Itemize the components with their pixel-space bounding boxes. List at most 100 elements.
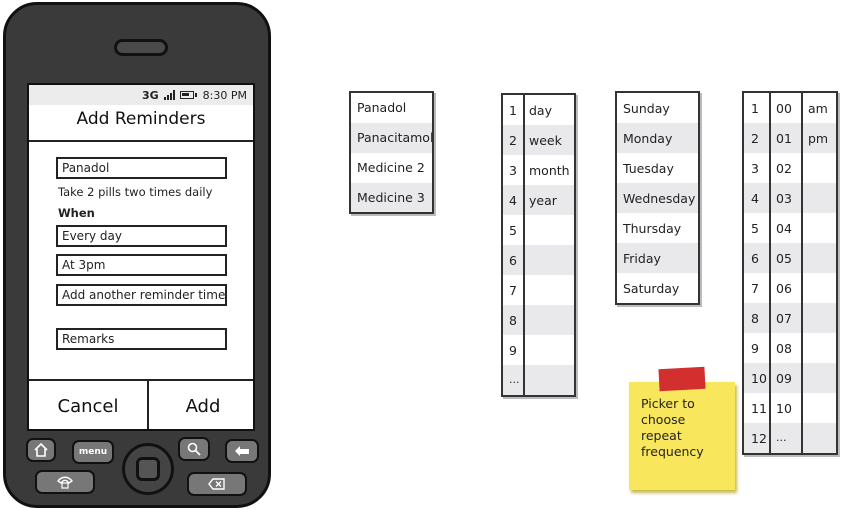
list-item[interactable]: Panadol bbox=[351, 93, 432, 123]
column-divider bbox=[769, 93, 771, 453]
picker-row[interactable]: 3 02 bbox=[744, 153, 836, 183]
trackball-center bbox=[136, 457, 160, 481]
list-item[interactable]: Medicine 3 bbox=[351, 183, 432, 212]
reminder-time-field[interactable]: At 3pm bbox=[56, 254, 227, 276]
day-picker[interactable]: Sunday Monday Tuesday Wednesday Thursday… bbox=[615, 91, 700, 305]
list-item-label: Medicine 3 bbox=[357, 190, 425, 205]
hour-label: 8 bbox=[751, 311, 759, 326]
list-item-label: Tuesday bbox=[623, 161, 674, 176]
minute-label: 02 bbox=[776, 161, 792, 176]
trackball[interactable] bbox=[122, 443, 174, 495]
column-divider bbox=[523, 95, 525, 395]
picker-row[interactable]: ... bbox=[503, 365, 574, 395]
list-item[interactable]: Sunday bbox=[617, 93, 698, 123]
minute-label: 05 bbox=[776, 251, 792, 266]
ampm-label: am bbox=[808, 101, 828, 116]
minute-label: 04 bbox=[776, 221, 792, 236]
number-label: 4 bbox=[509, 193, 517, 208]
picker-row[interactable]: 12... bbox=[744, 423, 836, 453]
call-icon bbox=[56, 476, 74, 489]
picker-row[interactable]: 3 month bbox=[503, 155, 574, 185]
minute-label: 00 bbox=[776, 101, 792, 116]
picker-row[interactable]: 1 day bbox=[503, 95, 574, 125]
phone-mockup: 3G 8:30 PM Add Reminders Panadol Take 2 … bbox=[3, 2, 271, 508]
picker-row[interactable]: 4 year bbox=[503, 185, 574, 215]
column-divider bbox=[801, 93, 803, 453]
list-item-label: Panadol bbox=[357, 100, 407, 115]
frequency-field[interactable]: Every day bbox=[56, 225, 227, 247]
number-label: 3 bbox=[509, 163, 517, 178]
picker-row[interactable]: 10 09 bbox=[744, 363, 836, 393]
hour-label: 4 bbox=[751, 191, 759, 206]
picker-row[interactable]: 5 04 bbox=[744, 213, 836, 243]
hour-label: 10 bbox=[751, 371, 767, 386]
minute-label: 09 bbox=[776, 371, 792, 386]
dosage-text: Take 2 pills two times daily bbox=[58, 185, 213, 199]
ampm-label: pm bbox=[808, 131, 829, 146]
minute-label: 01 bbox=[776, 131, 792, 146]
picker-row[interactable]: 7 06 bbox=[744, 273, 836, 303]
hour-label: 12 bbox=[751, 431, 767, 446]
add-reminder-time-field[interactable]: Add another reminder time bbox=[56, 284, 227, 306]
phone-screen: 3G 8:30 PM Add Reminders Panadol Take 2 … bbox=[27, 83, 255, 431]
list-item[interactable]: Panacitamol bbox=[351, 123, 432, 153]
back-key[interactable] bbox=[225, 439, 259, 463]
picker-row[interactable]: 1 00 am bbox=[744, 93, 836, 123]
number-label: 7 bbox=[509, 283, 517, 298]
list-item[interactable]: Tuesday bbox=[617, 153, 698, 183]
search-key[interactable] bbox=[178, 437, 210, 461]
unit-label: month bbox=[529, 163, 570, 178]
picker-row[interactable]: 8 bbox=[503, 305, 574, 335]
hour-label: 6 bbox=[751, 251, 759, 266]
unit-label: year bbox=[529, 193, 557, 208]
list-item[interactable]: Saturday bbox=[617, 273, 698, 303]
list-item[interactable]: Thursday bbox=[617, 213, 698, 243]
home-key[interactable] bbox=[26, 438, 56, 462]
delete-icon bbox=[208, 478, 225, 490]
picker-row[interactable]: 4 03 bbox=[744, 183, 836, 213]
menu-key[interactable]: menu bbox=[72, 440, 114, 464]
minute-label: ... bbox=[776, 431, 787, 444]
sticky-tape bbox=[658, 366, 706, 392]
list-item[interactable]: Friday bbox=[617, 243, 698, 273]
picker-row[interactable]: 2 week bbox=[503, 125, 574, 155]
list-item-label: Saturday bbox=[623, 281, 680, 296]
sticky-note: Picker to choose repeat frequency bbox=[629, 382, 735, 490]
time-picker[interactable]: 1 00 am 2 01 pm 3 02 4 03 5 04 6 05 7 06 8 07 9 08 … bbox=[742, 91, 838, 455]
earpiece-speaker bbox=[114, 39, 168, 56]
picker-row[interactable]: 11 10 bbox=[744, 393, 836, 423]
cancel-button[interactable]: Cancel bbox=[29, 381, 149, 429]
title-divider bbox=[29, 140, 253, 142]
hour-label: 2 bbox=[751, 131, 759, 146]
picker-row[interactable]: 9 bbox=[503, 335, 574, 365]
minute-label: 07 bbox=[776, 311, 792, 326]
list-item[interactable]: Monday bbox=[617, 123, 698, 153]
picker-row[interactable]: 6 05 bbox=[744, 243, 836, 273]
picker-row[interactable]: 6 bbox=[503, 245, 574, 275]
number-label: ... bbox=[509, 373, 520, 386]
minute-label: 06 bbox=[776, 281, 792, 296]
picker-row[interactable]: 9 08 bbox=[744, 333, 836, 363]
picker-row[interactable]: 8 07 bbox=[744, 303, 836, 333]
picker-row[interactable]: 5 bbox=[503, 215, 574, 245]
menu-key-icon: menu bbox=[78, 447, 108, 457]
hour-label: 11 bbox=[751, 401, 767, 416]
delete-key[interactable] bbox=[187, 472, 247, 496]
when-label: When bbox=[58, 206, 95, 220]
list-item-label: Panacitamol bbox=[357, 130, 434, 145]
number-label: 9 bbox=[509, 343, 517, 358]
picker-row[interactable]: 7 bbox=[503, 275, 574, 305]
medicine-picker[interactable]: Panadol Panacitamol Medicine 2 Medicine … bbox=[349, 91, 434, 214]
frequency-picker[interactable]: 1 day 2 week 3 month 4 year 5 6 7 8 9 ... bbox=[501, 93, 576, 397]
call-key[interactable] bbox=[35, 470, 95, 494]
list-item-label: Medicine 2 bbox=[357, 160, 425, 175]
list-item[interactable]: Wednesday bbox=[617, 183, 698, 213]
add-button[interactable]: Add bbox=[149, 381, 253, 429]
picker-row[interactable]: 2 01 pm bbox=[744, 123, 836, 153]
medicine-field[interactable]: Panadol bbox=[56, 157, 227, 179]
remarks-field[interactable]: Remarks bbox=[56, 328, 227, 350]
sticky-note-text: Picker to choose repeat frequency bbox=[641, 396, 704, 459]
page-title: Add Reminders bbox=[76, 109, 206, 129]
minute-label: 03 bbox=[776, 191, 792, 206]
list-item[interactable]: Medicine 2 bbox=[351, 153, 432, 183]
